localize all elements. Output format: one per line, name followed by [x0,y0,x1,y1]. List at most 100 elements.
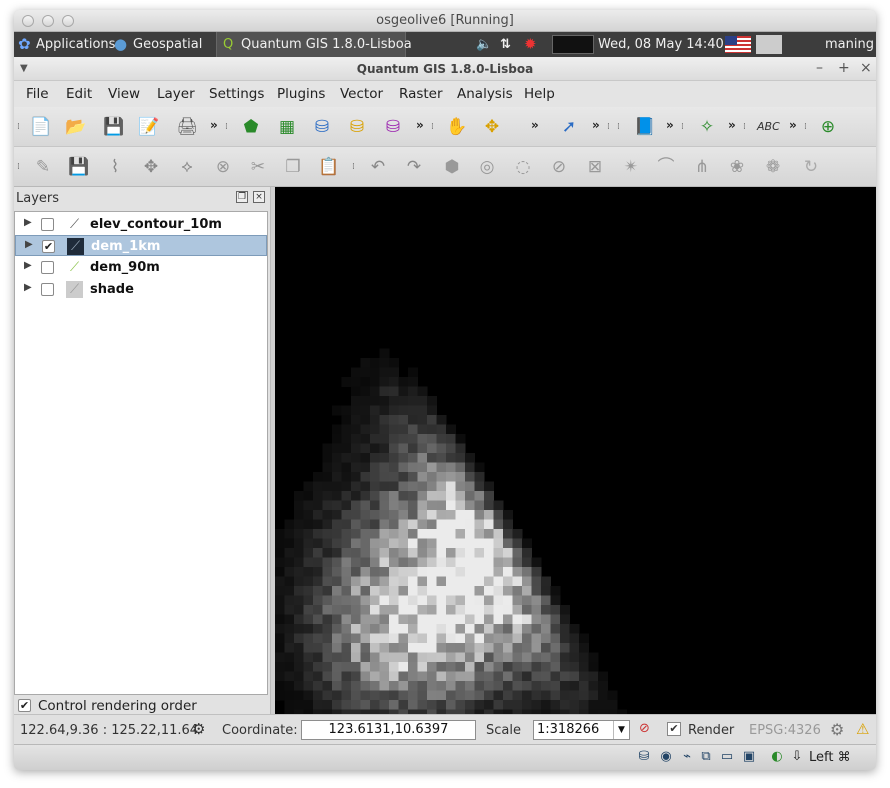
add-postgis-layer-icon[interactable]: ⛁ [311,116,333,138]
host-keyboard-icon[interactable]: ⇩ [789,749,805,765]
paste-features-icon[interactable]: 📋 [318,156,340,178]
save-project-icon[interactable]: 💾 [103,116,125,138]
add-wms-layer-icon[interactable]: ⛁ [382,116,404,138]
toolbar-overflow-icon[interactable]: » [728,118,736,132]
taskbar-qgis-task[interactable]: Q Quantum GIS 1.8.0-Lisboa [216,32,412,57]
new-project-icon[interactable]: 📄 [30,116,52,138]
offset-curve-icon[interactable]: ⌒ [655,156,677,178]
pan-to-selection-icon[interactable]: ✥ [481,116,503,138]
expand-arrow-icon[interactable]: ▶ [24,282,32,293]
usb-icon[interactable]: ⌁ [679,749,695,765]
map-canvas[interactable] [275,187,876,714]
stop-rendering-icon[interactable]: ⊘ [639,721,650,736]
identify-features-icon[interactable]: ➚ [558,116,580,138]
toolbar-grip[interactable]: ⁞ [804,122,807,132]
split-features-icon[interactable]: ⋔ [691,156,713,178]
menu-raster[interactable]: Raster [399,86,443,102]
simplify-feature-icon[interactable]: ⬢ [441,156,463,178]
move-feature-icon[interactable]: ✥ [140,156,162,178]
user-menu[interactable]: maning [825,37,874,52]
toolbar-grip[interactable]: ⁞ [225,122,228,132]
volume-icon[interactable]: 🔈 [476,37,492,52]
rotate-point-symbols-icon[interactable]: ↻ [800,156,822,178]
keyboard-layout-flag-icon[interactable] [725,36,751,53]
menu-view[interactable]: View [108,86,140,102]
layer-visibility-checkbox[interactable] [41,218,54,231]
layer-visibility-checkbox[interactable] [41,283,54,296]
node-tool-icon[interactable]: ⟡ [176,156,198,178]
toolbar-overflow-icon[interactable]: » [592,118,600,132]
expand-arrow-icon[interactable]: ▶ [24,260,32,271]
layer-row-dem-90m[interactable]: ▶ ⟋ dem_90m [15,257,267,278]
add-feature-icon[interactable]: ⌇ [104,156,126,178]
toolbar-overflow-icon[interactable]: » [416,118,424,132]
gps-tools-icon[interactable]: ✧ [696,116,718,138]
menu-vector[interactable]: Vector [340,86,383,102]
redo-icon[interactable]: ↷ [403,156,425,178]
merge-attributes-icon[interactable]: ❁ [762,156,784,178]
layer-row-elev-contour-10m[interactable]: ▶ ⟋ elev_contour_10m [15,214,267,235]
expand-arrow-icon[interactable]: ▶ [25,239,33,250]
toggle-editing-icon[interactable]: ✎ [32,156,54,178]
menu-settings[interactable]: Settings [209,86,264,102]
applications-menu[interactable]: Applications [36,37,115,52]
toolbar-grip[interactable]: ⁞ [617,122,620,132]
layer-visibility-checkbox[interactable]: ✔ [42,240,55,253]
toolbar-grip[interactable]: ⁞ [352,162,355,172]
toolbar-grip[interactable]: ⁞ [17,122,20,132]
menu-help[interactable]: Help [524,86,555,102]
layer-row-shade[interactable]: ▶ ⟋ shade [15,279,267,300]
menu-plugins[interactable]: Plugins [277,86,325,102]
toggle-extents-icon[interactable]: ⚙ [192,720,205,738]
shared-folder-icon[interactable]: ▭ [719,749,735,765]
close-panel-icon[interactable]: × [253,191,265,203]
globe-icon[interactable]: ● [114,35,127,53]
toolbar-grip[interactable]: ⁞ [607,122,610,132]
control-rendering-order-checkbox[interactable]: ✔ [18,699,31,712]
add-ring-icon[interactable]: ◎ [476,156,498,178]
scale-combobox[interactable]: 1:318266 ▼ [533,720,630,740]
warning-icon[interactable]: ⚠ [856,720,869,738]
toolbar-grip[interactable]: ⁞ [17,162,20,172]
toolbar-overflow-icon[interactable]: » [531,118,539,132]
save-edits-icon[interactable]: 💾 [68,156,90,178]
chevron-down-icon[interactable]: ▼ [613,721,629,739]
delete-part-icon[interactable]: ⊠ [584,156,606,178]
maximize-icon[interactable]: + [838,60,850,76]
minimize-icon[interactable]: – [816,60,823,76]
xubuntu-logo-icon[interactable]: ✿ [18,35,31,53]
menu-file[interactable]: File [26,86,49,102]
labeling-abc-icon[interactable]: ABC [757,116,780,138]
layer-visibility-checkbox[interactable] [41,261,54,274]
toolbar-grip[interactable]: ⁞ [681,122,684,132]
add-spatialite-layer-icon[interactable]: ⛁ [346,116,368,138]
hard-disk-icon[interactable]: ⛁ [636,749,652,765]
toolbar-grip[interactable]: ⁞ [743,122,746,132]
help-book-icon[interactable]: 📘 [634,116,656,138]
delete-selected-icon[interactable]: ⊗ [212,156,234,178]
save-as-icon[interactable]: 📝 [138,116,160,138]
gis-tray-icon[interactable] [756,35,782,54]
network-icon[interactable]: ⇅ [500,37,511,52]
menu-analysis[interactable]: Analysis [457,86,513,102]
cut-features-icon[interactable]: ✂ [247,156,269,178]
delete-ring-icon[interactable]: ⊘ [548,156,570,178]
network-adapter-icon[interactable]: ⧉ [698,749,714,765]
projection-icon[interactable]: ⚙ [830,720,844,739]
control-rendering-order[interactable]: ✔ Control rendering order [14,697,270,714]
float-panel-icon[interactable]: ❐ [236,191,248,203]
toolbar-grip[interactable]: ⁞ [431,122,434,132]
add-raster-layer-icon[interactable]: ▦ [276,116,298,138]
menu-layer[interactable]: Layer [157,86,195,102]
add-delimited-text-icon[interactable]: ⊕ [817,116,839,138]
print-composer-icon[interactable]: 🖨 [176,116,198,138]
close-icon[interactable]: × [860,60,872,76]
update-notifier-icon[interactable]: ✹ [524,35,537,53]
copy-features-icon[interactable]: ❐ [282,156,304,178]
undo-icon[interactable]: ↶ [367,156,389,178]
toolbar-overflow-icon[interactable]: » [789,118,797,132]
menu-edit[interactable]: Edit [66,86,92,102]
render-checkbox[interactable]: ✔ [667,722,681,736]
clock[interactable]: Wed, 08 May 14:40 [598,37,724,52]
open-project-icon[interactable]: 📂 [65,116,87,138]
